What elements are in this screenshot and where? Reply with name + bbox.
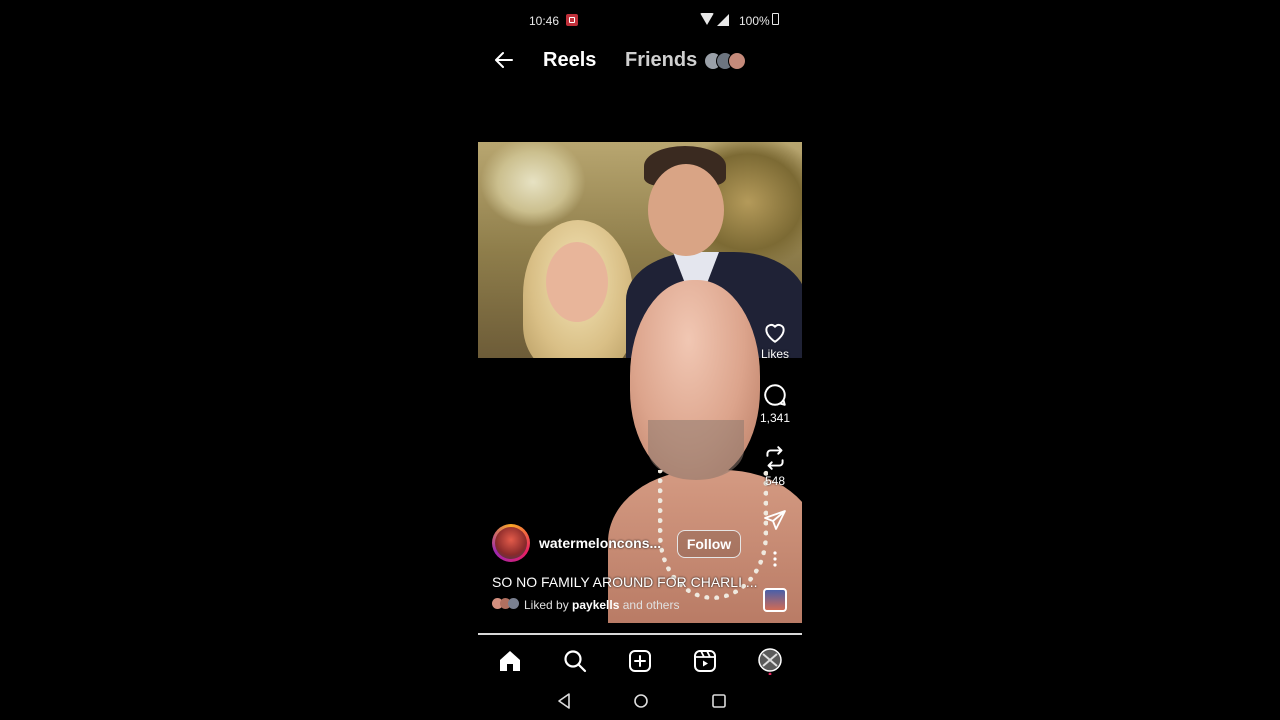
audio-thumbnail[interactable] [763,588,787,612]
heart-icon[interactable] [762,320,788,344]
like-action[interactable]: Likes [754,320,796,361]
phone-screen: 10:46 100% Reels Friends Likes 1,341 548… [478,0,802,720]
search-icon[interactable] [561,647,589,675]
video-progress-fill [478,633,802,635]
friend-avatars[interactable] [704,52,750,70]
bottom-nav [478,637,802,683]
liked-by[interactable]: Liked by paykells and others [492,598,679,612]
status-bar: 10:46 100% [478,0,802,42]
android-recents-icon[interactable] [711,692,727,710]
wifi-icon [700,13,714,25]
comment-action[interactable]: 1,341 [754,382,796,425]
photo-man-face [648,164,724,256]
create-icon[interactable] [626,647,654,675]
android-back-icon[interactable] [556,692,572,710]
battery-icon [772,13,779,25]
friend-avatar [728,52,746,70]
more-vertical-icon[interactable] [765,550,785,568]
liker-avatar [508,598,519,609]
liked-by-suffix: and others [619,598,680,612]
android-nav-bar [478,684,802,720]
repost-action[interactable]: 548 [754,445,796,488]
comment-icon[interactable] [762,382,788,408]
liked-by-user[interactable]: paykells [572,598,619,612]
share-action[interactable] [754,508,796,532]
liked-by-prefix: Liked by [524,598,573,612]
android-home-icon[interactable] [633,692,649,710]
repost-icon[interactable] [762,445,788,471]
tab-reels[interactable]: Reels [543,49,596,72]
follow-button[interactable]: Follow [677,530,741,558]
arrow-left-icon[interactable] [492,48,516,72]
profile-avatar[interactable] [756,647,784,675]
likes-label: Likes [760,347,789,361]
send-icon[interactable] [762,508,788,532]
signal-icon [717,14,729,26]
reels-header: Reels Friends [478,44,802,78]
reposts-count: 548 [764,474,786,488]
more-action[interactable] [754,550,796,568]
status-time: 10:46 [529,14,560,28]
creator-avatar[interactable] [492,524,530,562]
comments-count: 1,341 [759,411,791,425]
screen-record-icon [566,14,578,26]
photo-woman-face [546,242,608,322]
reel-caption[interactable]: SO NO FAMILY AROUND FOR CHARLI ... [492,574,758,590]
home-icon[interactable] [496,647,524,675]
liked-by-avatars [492,598,519,610]
reels-icon[interactable] [691,647,719,675]
video-progress-bar[interactable] [478,633,802,635]
tab-friends[interactable]: Friends [625,49,697,72]
creator-username[interactable]: watermeloncons... [539,535,661,551]
battery-percent: 100% [739,14,770,28]
